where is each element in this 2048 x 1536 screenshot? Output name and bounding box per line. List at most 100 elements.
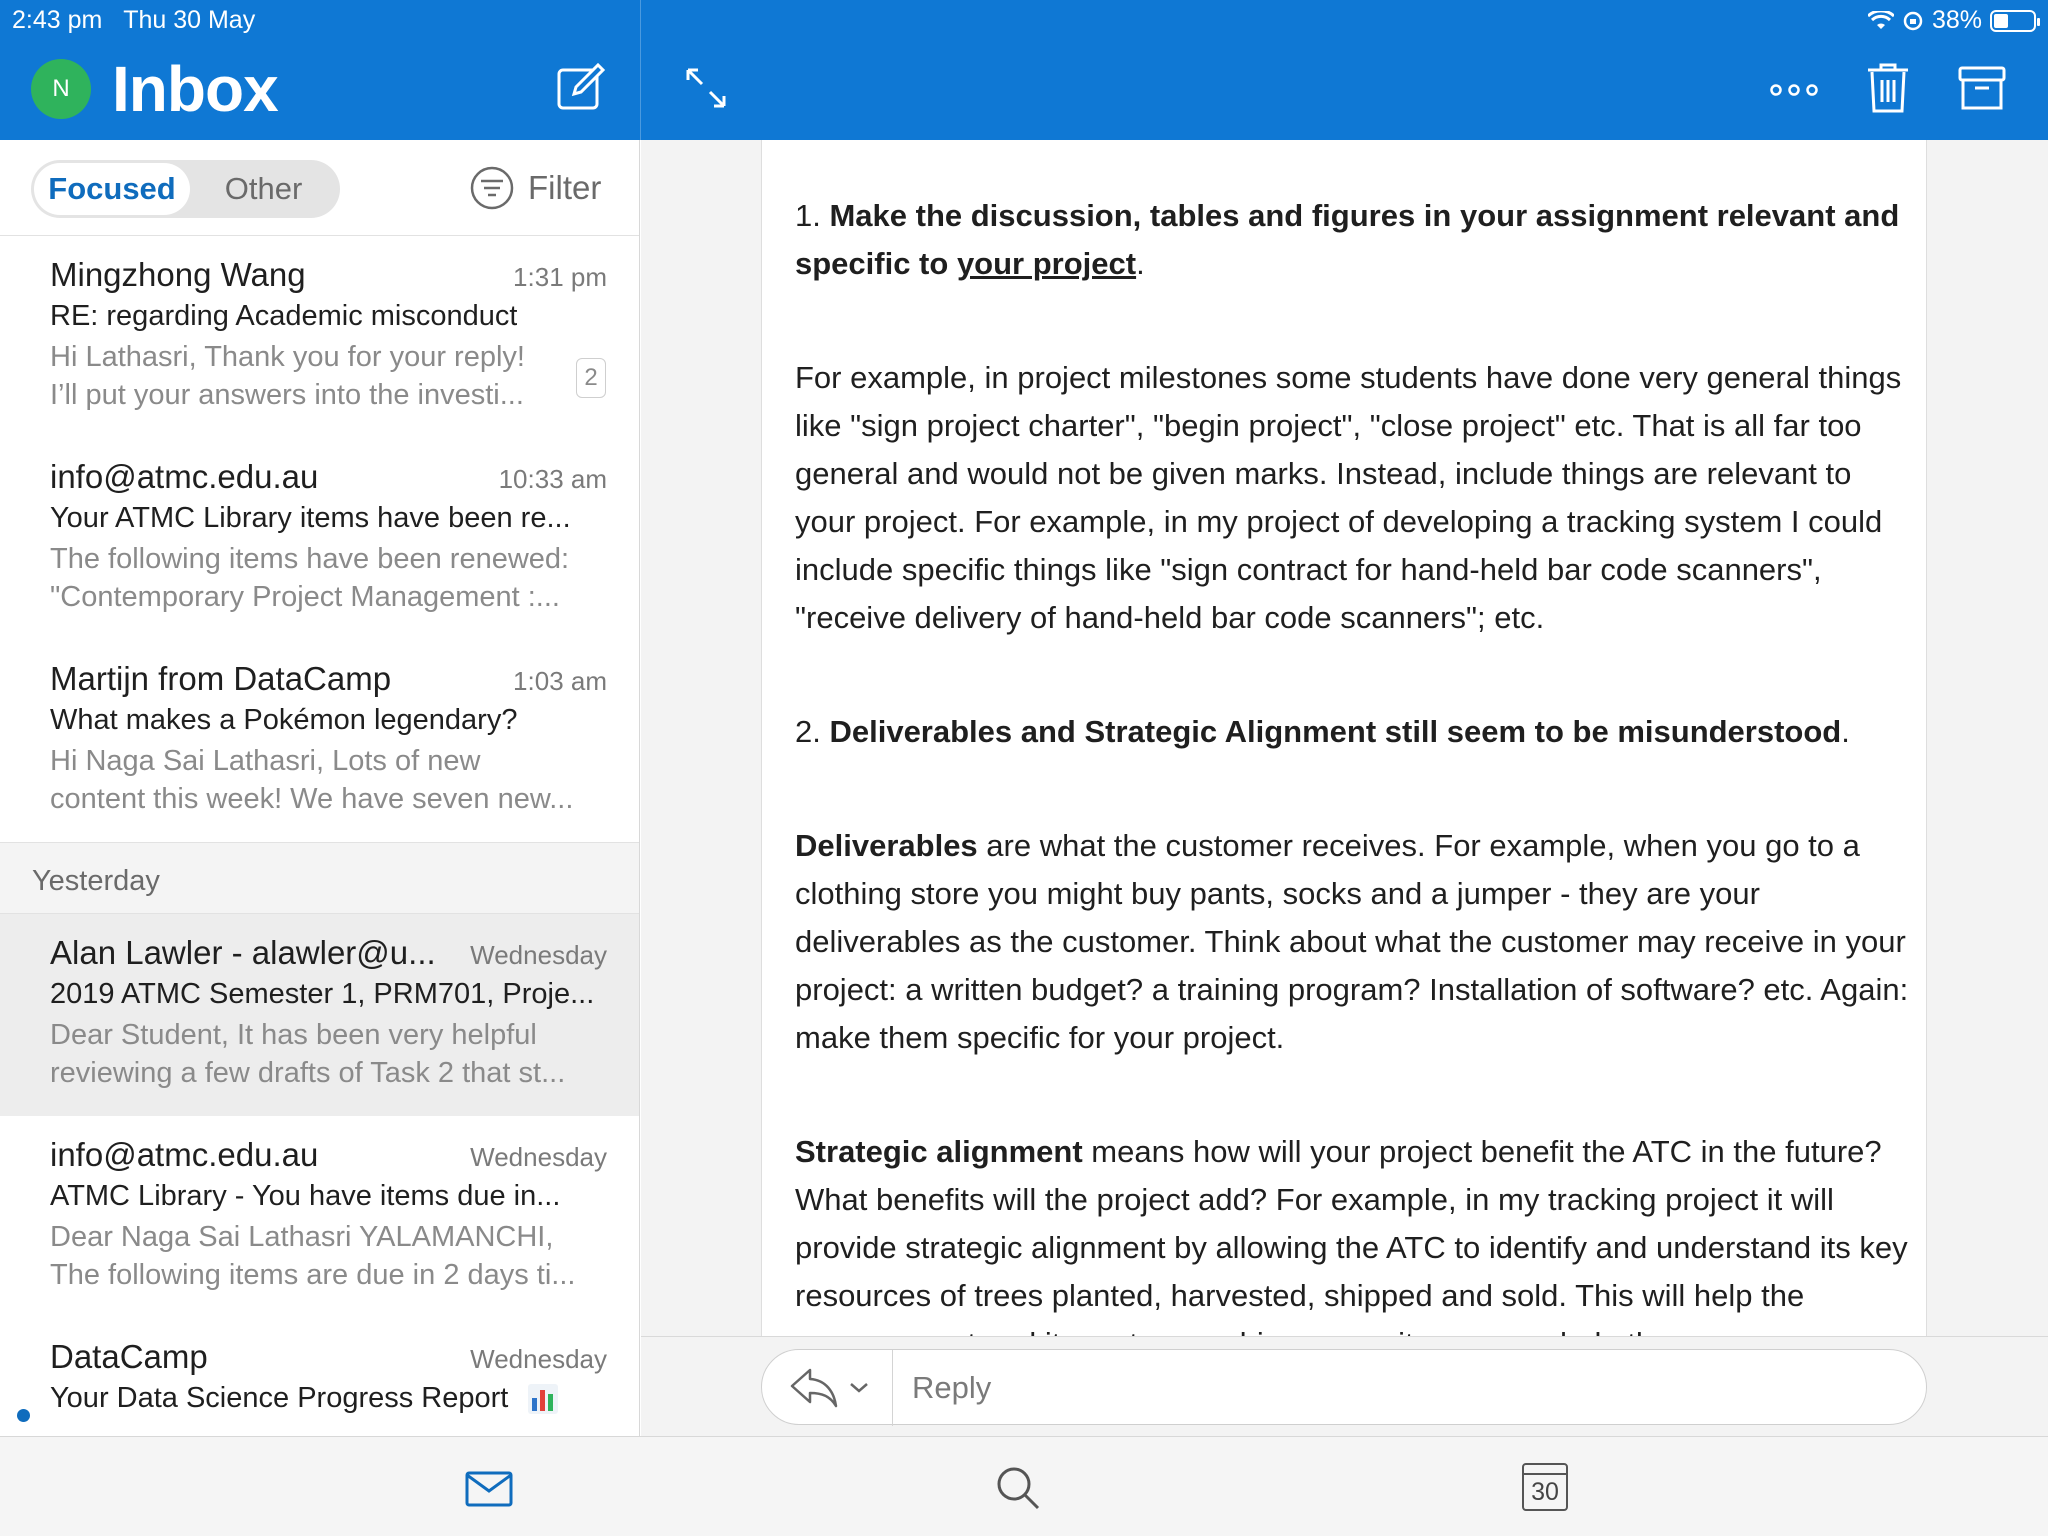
- punctuation: .: [1841, 714, 1850, 749]
- thread-count-badge: 2: [576, 358, 606, 398]
- preview: Hi Lathasri, Thank you for your reply! I…: [50, 338, 610, 414]
- preview-line: Hi Naga Sai Lathasri, Lots of new: [50, 745, 481, 777]
- status-time: 2:43 pm: [12, 6, 103, 34]
- calendar-day: 30: [1531, 1478, 1559, 1506]
- archive-icon[interactable]: [1958, 64, 2006, 112]
- bottom-tab-bar: 30: [0, 1436, 2048, 1536]
- sender: Martijn from DataCamp: [50, 660, 392, 697]
- status-date: Thu 30 May: [123, 6, 256, 34]
- sender: DataCamp: [50, 1338, 208, 1375]
- subject: What makes a Pokémon legendary?: [50, 704, 518, 736]
- calendar-icon[interactable]: 30: [1522, 1463, 1568, 1511]
- tab-focused[interactable]: Focused: [34, 163, 190, 215]
- timestamp: 10:33 am: [498, 464, 607, 494]
- preview-line: The following items have been renewed:: [50, 543, 570, 575]
- subject: Your ATMC Library items have been re...: [50, 502, 571, 534]
- paragraph: Deliverables are what the customer recei…: [795, 822, 1915, 1062]
- list-item[interactable]: DataCamp Wednesday Your Data Science Pro…: [0, 1318, 639, 1436]
- preview: Dear Naga Sai Lathasri YALAMANCHI, The f…: [50, 1218, 610, 1294]
- filter-icon: [470, 166, 514, 210]
- message-body: 1. Make the discussion, tables and figur…: [761, 140, 1927, 1336]
- preview-line: Dear Student, It has been very helpful: [50, 1019, 537, 1051]
- reading-pane: 1. Make the discussion, tables and figur…: [641, 140, 2048, 1336]
- sender: Alan Lawler - alawler@u...: [50, 934, 436, 971]
- timestamp: 1:31 pm: [513, 262, 607, 292]
- preview: Dear Student, It has been very helpful r…: [50, 1016, 610, 1092]
- pane-divider: [640, 0, 641, 140]
- status-bar-right: 38%: [1867, 6, 2040, 35]
- status-bar-time: 2:43 pm Thu 30 May: [12, 6, 255, 35]
- list-item[interactable]: Alan Lawler - alawler@u... Wednesday 201…: [0, 914, 639, 1116]
- list-item[interactable]: info@atmc.edu.au 10:33 am Your ATMC Libr…: [0, 438, 639, 640]
- bold-text: Deliverables and Strategic Alignment sti…: [829, 714, 1842, 749]
- battery-percent: 38%: [1931, 6, 1982, 34]
- search-icon[interactable]: [995, 1465, 1041, 1511]
- list-item[interactable]: Mingzhong Wang 1:31 pm RE: regarding Aca…: [0, 236, 639, 438]
- focused-other-toggle: Focused Other: [31, 160, 340, 218]
- list-item[interactable]: info@atmc.edu.au Wednesday ATMC Library …: [0, 1116, 639, 1318]
- top-bar: 2:43 pm Thu 30 May 38% N Inbox: [0, 0, 2048, 140]
- bar-chart-icon: [528, 1384, 559, 1415]
- section-header: Yesterday: [0, 842, 639, 914]
- message-list-pane: Focused Other Filter Mingzhong Wang 1:31…: [0, 140, 640, 1436]
- subject-text: Your Data Science Progress Report: [50, 1382, 509, 1414]
- inbox-tabs: Focused Other Filter: [0, 140, 639, 236]
- reply-options-button[interactable]: [788, 1366, 870, 1410]
- timestamp: Wednesday: [470, 1142, 607, 1172]
- section-label: Yesterday: [32, 865, 160, 897]
- reply-field[interactable]: Reply: [761, 1349, 1927, 1426]
- preview-line: The following items are due in 2 days ti…: [50, 1259, 576, 1291]
- bold-text: Deliverables: [795, 828, 978, 863]
- list-number: 2.: [795, 714, 830, 749]
- timestamp: Wednesday: [470, 940, 607, 970]
- subject: ATMC Library - You have items due in...: [50, 1180, 561, 1212]
- preview-line: Dear Naga Sai Lathasri YALAMANCHI,: [50, 1221, 554, 1253]
- paragraph: 1. Make the discussion, tables and figur…: [795, 192, 1915, 288]
- orientation-lock-icon: [1903, 11, 1923, 30]
- tab-other[interactable]: Other: [190, 163, 337, 215]
- filter-button[interactable]: Filter: [470, 166, 601, 210]
- sender: info@atmc.edu.au: [50, 458, 319, 495]
- avatar-initial: N: [52, 75, 70, 102]
- message-text: 1. Make the discussion, tables and figur…: [795, 192, 1915, 1336]
- timestamp: Wednesday: [470, 1344, 607, 1374]
- punctuation: .: [1136, 246, 1145, 281]
- more-icon: [1770, 84, 1818, 96]
- preview-line: Hi Lathasri, Thank you for your reply!: [50, 341, 525, 373]
- compose-icon[interactable]: [556, 62, 606, 112]
- paragraph: 2. Deliverables and Strategic Alignment …: [795, 708, 1915, 756]
- preview: The following items have been renewed: "…: [50, 540, 610, 616]
- battery-icon: [1990, 9, 2040, 32]
- avatar[interactable]: N: [31, 59, 91, 119]
- subject: RE: regarding Academic misconduct: [50, 300, 518, 332]
- mail-icon[interactable]: [465, 1471, 513, 1507]
- preview-line: "Contemporary Project Management :...: [50, 581, 560, 613]
- reply-arrow-icon: [790, 1368, 838, 1408]
- reply-bar: Reply: [641, 1336, 2048, 1436]
- timestamp: 1:03 am: [513, 666, 607, 696]
- reply-placeholder: Reply: [912, 1370, 992, 1405]
- bold-text: Strategic alignment: [795, 1134, 1083, 1169]
- more-options-button[interactable]: [1768, 70, 1820, 110]
- sender: Mingzhong Wang: [50, 256, 306, 293]
- preview: Hi Naga Sai Lathasri, Lots of new conten…: [50, 742, 610, 818]
- preview-line: reviewing a few drafts of Task 2 that st…: [50, 1057, 566, 1089]
- subject: 2019 ATMC Semester 1, PRM701, Proje...: [50, 978, 595, 1010]
- preview-line: content this week! We have seven new...: [50, 783, 574, 815]
- expand-icon[interactable]: [684, 66, 728, 110]
- subject: Your Data Science Progress Report: [50, 1382, 559, 1415]
- paragraph: Strategic alignment means how will your …: [795, 1128, 1915, 1336]
- list-item[interactable]: Martijn from DataCamp 1:03 am What makes…: [0, 640, 639, 842]
- trash-icon[interactable]: [1866, 62, 1910, 114]
- underlined-text: your project: [956, 246, 1137, 281]
- page-title: Inbox: [112, 53, 279, 125]
- sender: info@atmc.edu.au: [50, 1136, 319, 1173]
- wifi-icon: [1867, 10, 1894, 29]
- paragraph: For example, in project milestones some …: [795, 360, 1902, 635]
- chevron-down-icon: [850, 1383, 868, 1393]
- preview-line: I’ll put your answers into the investi..…: [50, 379, 524, 411]
- list-number: 1.: [795, 198, 830, 233]
- unread-indicator: [17, 1409, 30, 1422]
- filter-label: Filter: [528, 169, 602, 206]
- divider: [892, 1350, 893, 1426]
